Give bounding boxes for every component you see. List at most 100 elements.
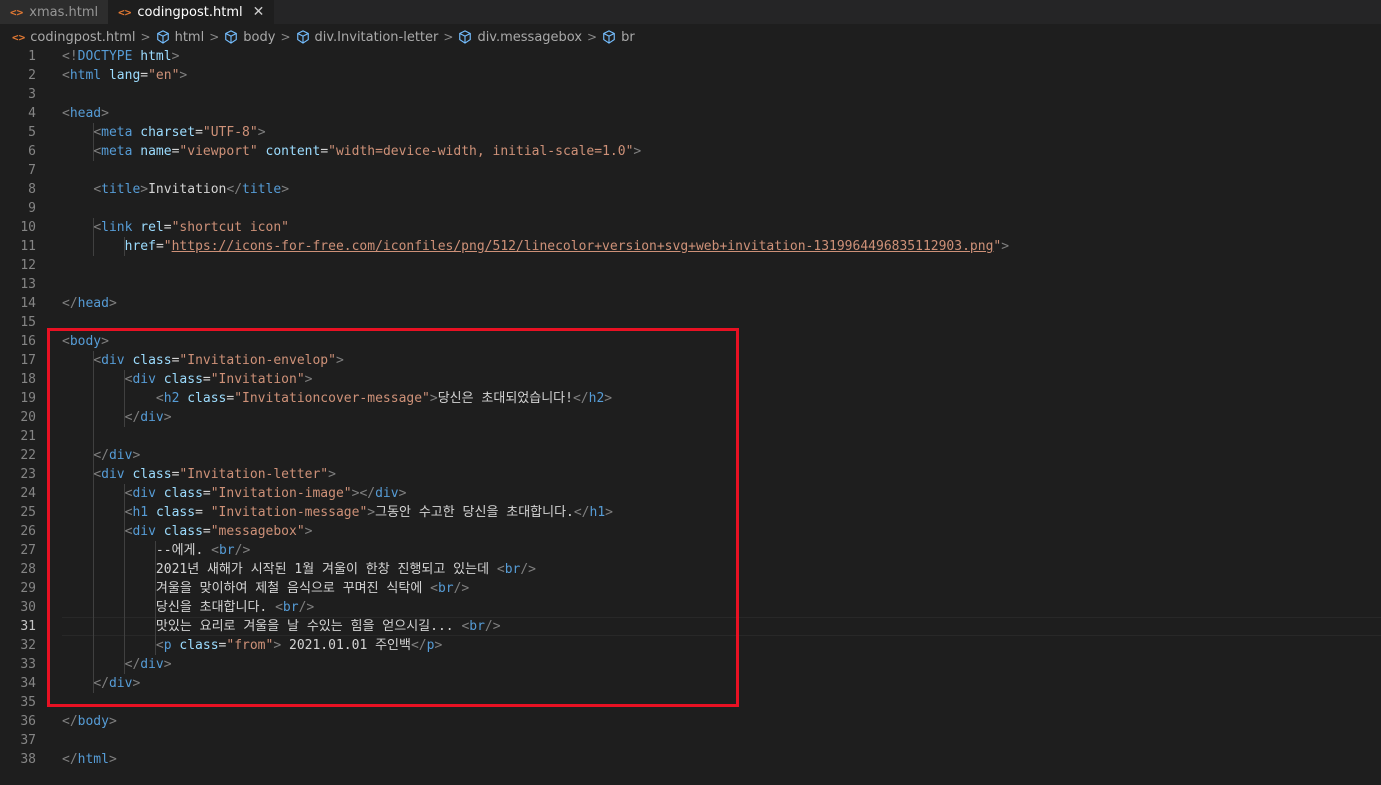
code-token: > <box>633 144 642 159</box>
code-line[interactable]: 2 <html lang="en"> <box>0 66 1381 85</box>
code-line[interactable]: 12 <box>0 256 1381 275</box>
tab-xmas[interactable]: <> xmas.html <box>0 0 109 24</box>
line-number: 19 <box>20 391 36 406</box>
breadcrumb-label: html <box>174 29 205 45</box>
code-text: </head> <box>62 294 117 313</box>
element-cube-icon <box>459 30 472 44</box>
code-token: < <box>93 182 102 197</box>
code-token: lang <box>108 68 141 83</box>
code-token: meta <box>101 125 133 140</box>
code-token: name <box>140 144 172 159</box>
breadcrumb-item-br[interactable]: br <box>602 30 635 45</box>
breadcrumb-label: codingpost.html <box>30 29 136 45</box>
line-number: 34 <box>20 676 36 691</box>
line-number: 33 <box>20 657 36 672</box>
line-number: 24 <box>20 486 36 501</box>
code-token: > <box>1001 239 1010 254</box>
line-number: 10 <box>20 220 36 235</box>
code-token: < <box>62 68 70 83</box>
breadcrumb-item-invitation-letter[interactable]: div.Invitation-letter <box>296 30 438 45</box>
code-token: > <box>140 182 149 197</box>
line-number: 26 <box>20 524 36 539</box>
line-number: 32 <box>20 638 36 653</box>
line-number: 17 <box>20 353 36 368</box>
line-number: 18 <box>20 372 36 387</box>
code-token: "en" <box>148 68 180 83</box>
breadcrumb-item-body[interactable]: body <box>224 30 275 45</box>
code-line[interactable]: 3 <box>0 85 1381 104</box>
code-token: = <box>163 220 172 235</box>
breadcrumb-label: div.messagebox <box>477 29 583 45</box>
tab-label: codingpost.html <box>137 4 243 20</box>
code-token: > <box>108 296 117 311</box>
code-token: "shortcut icon" <box>171 220 289 235</box>
close-icon[interactable]: ✕ <box>253 4 265 20</box>
code-token: < <box>93 125 102 140</box>
breadcrumb-item-messagebox[interactable]: div.messagebox <box>458 30 582 45</box>
line-number: 22 <box>20 448 36 463</box>
code-token: content <box>265 144 321 159</box>
code-line[interactable]: 10 <link rel="shortcut icon" <box>0 218 1381 237</box>
code-line[interactable]: 11 href="https://icons-for-free.com/icon… <box>0 237 1381 256</box>
breadcrumb-item-file[interactable]: <> codingpost.html <box>12 30 136 45</box>
line-number: 6 <box>28 144 36 159</box>
code-token: > <box>179 68 188 83</box>
code-line[interactable]: 5 <meta charset="UTF-8"> <box>0 123 1381 142</box>
code-token: = <box>320 144 329 159</box>
code-line[interactable]: 36 </body> <box>0 712 1381 731</box>
code-token: "width=device-width, initial-scale=1.0" <box>328 144 634 159</box>
line-number: 31 <box>20 619 36 634</box>
breadcrumb-label: br <box>621 29 635 45</box>
html-file-icon: <> <box>118 5 132 19</box>
element-cube-icon <box>156 30 169 44</box>
code-token: head <box>77 296 109 311</box>
code-line[interactable]: 13 <box>0 275 1381 294</box>
code-text: <!DOCTYPE html> <box>62 47 179 66</box>
code-token: title <box>101 182 141 197</box>
tab-label: xmas.html <box>29 4 99 20</box>
code-line[interactable]: 14 </head> <box>0 294 1381 313</box>
code-line[interactable]: 1 <!DOCTYPE html> <box>0 47 1381 66</box>
code-text: <link rel="shortcut icon" <box>62 218 289 237</box>
line-number: 11 <box>20 239 36 254</box>
code-token: html <box>77 752 109 767</box>
line-number: 16 <box>20 334 36 349</box>
html-file-icon: <> <box>10 5 24 19</box>
code-line[interactable]: 4 <head> <box>0 104 1381 123</box>
tab-codingpost[interactable]: <> codingpost.html ✕ <box>108 0 275 24</box>
code-text: <head> <box>62 104 109 123</box>
line-number: 21 <box>20 429 36 444</box>
element-cube-icon <box>603 30 615 44</box>
code-token: meta <box>101 144 133 159</box>
code-token: " <box>163 239 172 254</box>
code-token: "viewport" <box>179 144 258 159</box>
line-number: 8 <box>28 182 36 197</box>
line-number: 20 <box>20 410 36 425</box>
code-line[interactable]: 8 <title>Invitation</title> <box>0 180 1381 199</box>
code-token: html <box>140 49 172 64</box>
line-number: 2 <box>28 68 36 83</box>
code-line[interactable]: 37 <box>0 731 1381 750</box>
code-line[interactable]: 9 <box>0 199 1381 218</box>
breadcrumb-item-html[interactable]: html <box>156 29 205 45</box>
code-line[interactable]: 7 <box>0 161 1381 180</box>
code-token: </ <box>226 182 243 197</box>
line-number: 5 <box>28 125 36 140</box>
code-token: = <box>140 68 149 83</box>
code-token: > <box>171 49 180 64</box>
chevron-right-icon: > <box>209 30 220 44</box>
code-token: > <box>101 106 109 121</box>
code-line[interactable]: 6 <meta name="viewport" content="width=d… <box>0 142 1381 161</box>
code-token: > <box>108 714 117 729</box>
code-text: <title>Invitation</title> <box>62 180 289 199</box>
code-token: </ <box>62 752 78 767</box>
code-text: <html lang="en"> <box>62 66 187 85</box>
code-token: "UTF-8" <box>202 125 258 140</box>
element-cube-icon <box>296 30 309 44</box>
code-line[interactable]: 38 </html> <box>0 750 1381 769</box>
code-token: head <box>69 106 102 121</box>
code-token: = <box>195 125 203 140</box>
